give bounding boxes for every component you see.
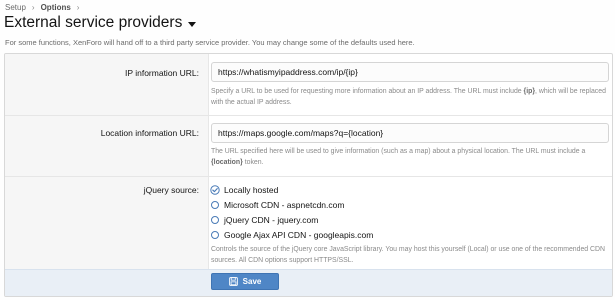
location-url-label: Location information URL: xyxy=(100,128,199,138)
radio-label: jQuery CDN - jquery.com xyxy=(224,215,319,225)
radio-label: Microsoft CDN - aspnetcdn.com xyxy=(224,200,345,210)
radio-unchecked-icon[interactable] xyxy=(211,216,219,224)
breadcrumb-item-setup[interactable]: Setup xyxy=(5,3,26,12)
radio-label: Google Ajax API CDN - googleapis.com xyxy=(224,230,374,240)
radio-option-jquery-cdn[interactable]: jQuery CDN - jquery.com xyxy=(211,215,318,225)
page-title-group[interactable]: External service providers xyxy=(4,14,197,32)
ip-url-explain-text: Specify a URL to be used for requesting … xyxy=(211,88,524,95)
ip-url-explain: Specify a URL to be used for requesting … xyxy=(211,87,609,108)
jquery-source-explain: Controls the source of the jQuery core J… xyxy=(211,246,605,264)
ip-url-input[interactable] xyxy=(211,62,609,82)
breadcrumb: Setup › Options › xyxy=(5,3,79,12)
breadcrumb-item-options[interactable]: Options xyxy=(41,3,71,12)
save-button[interactable]: Save xyxy=(211,273,279,290)
page-description: For some functions, XenForo will hand of… xyxy=(5,38,415,47)
ip-url-label: IP information URL: xyxy=(124,68,199,78)
radio-checked-icon[interactable] xyxy=(210,185,220,195)
floppy-disk-icon xyxy=(228,277,238,286)
location-url-input[interactable] xyxy=(211,123,609,143)
radio-unchecked-icon[interactable] xyxy=(211,201,219,209)
options-form: IP information URL: Specify a URL to be … xyxy=(4,53,613,297)
location-url-explain-token: {location} xyxy=(211,158,243,166)
location-url-explain-text-end: token. xyxy=(242,158,264,166)
chevron-right-icon: › xyxy=(31,3,35,12)
save-button-label: Save xyxy=(242,277,262,286)
radio-option-local[interactable]: Locally hosted xyxy=(210,185,279,195)
radio-option-microsoft-cdn[interactable]: Microsoft CDN - aspnetcdn.com xyxy=(211,200,344,210)
jquery-source-label: jQuery source: xyxy=(143,185,199,195)
radio-unchecked-icon[interactable] xyxy=(211,231,219,239)
form-submit-row: Save xyxy=(5,269,612,296)
radio-option-google-cdn[interactable]: Google Ajax API CDN - googleapis.com xyxy=(211,230,373,240)
radio-label: Locally hosted xyxy=(224,185,279,195)
label-column xyxy=(5,54,209,270)
ip-url-explain-token: {ip} xyxy=(523,88,536,95)
chevron-right-icon: › xyxy=(76,3,80,12)
location-url-explain-text: The URL specified here will be used to g… xyxy=(211,148,586,155)
caret-down-icon[interactable] xyxy=(188,21,197,27)
row-divider xyxy=(5,115,612,116)
row-divider xyxy=(5,176,612,177)
page-title: External service providers xyxy=(4,14,183,31)
location-url-explain: The URL specified here will be used to g… xyxy=(211,147,609,168)
